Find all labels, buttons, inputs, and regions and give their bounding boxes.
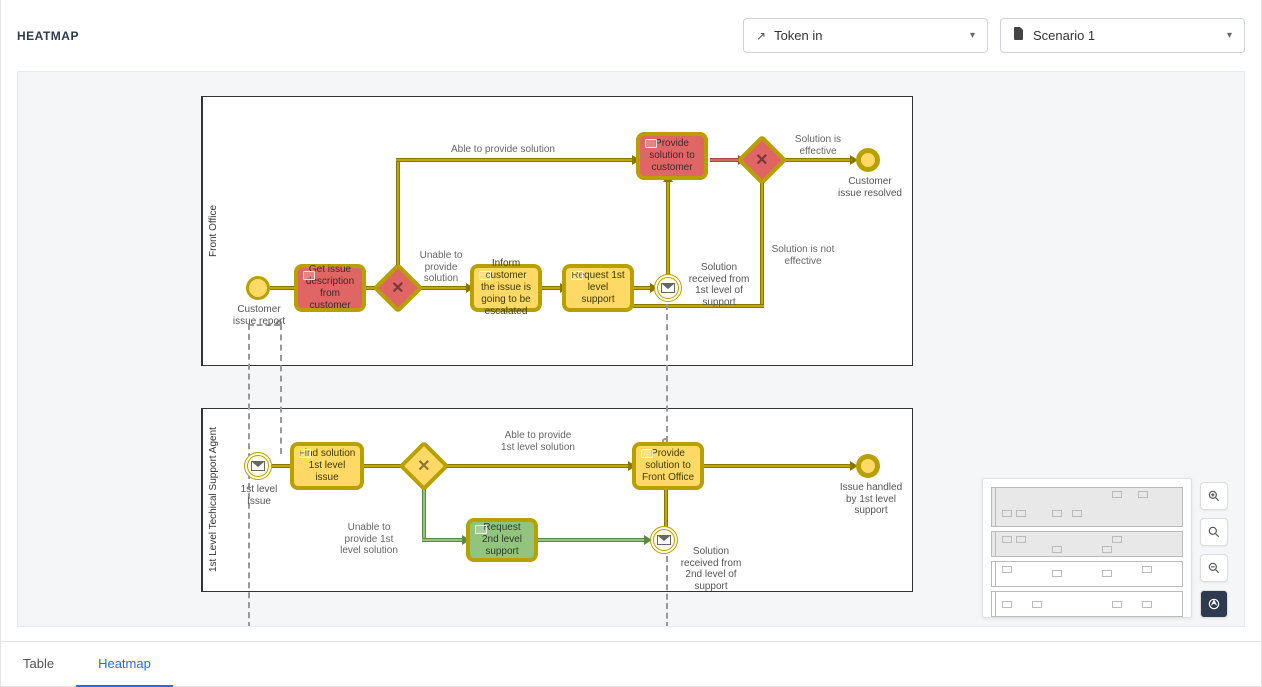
x-icon: ✕ xyxy=(755,150,768,170)
start-event-customer-report[interactable] xyxy=(246,276,270,300)
task-get-issue[interactable]: Get issue description from customer xyxy=(294,264,366,312)
zoom-in-button[interactable] xyxy=(1200,482,1228,510)
x-icon: ✕ xyxy=(417,456,430,476)
chevron-down-icon: ▾ xyxy=(1227,30,1232,41)
edge-label-unable-l1: Unable to provide 1st level solution xyxy=(334,522,404,557)
edge-label-unable-provide: Unable to provide solution xyxy=(416,250,466,285)
end-event-resolved[interactable] xyxy=(856,148,880,172)
edge-label-able-provide: Able to provide solution xyxy=(438,144,568,156)
flow xyxy=(710,158,740,162)
flow xyxy=(418,286,468,290)
panel-title: HEATMAP xyxy=(17,29,79,43)
message-event-label: Solution received from 1st level of supp… xyxy=(686,262,752,308)
envelope-icon xyxy=(661,283,675,293)
tab-heatmap[interactable]: Heatmap xyxy=(76,642,173,687)
pool-label-front-office: Front Office xyxy=(202,97,224,365)
header-controls: ↗ Token in ▾ Scenario 1 ▾ xyxy=(743,18,1245,53)
envelope-icon xyxy=(251,461,265,471)
task-provide-front-office[interactable]: Provide solution to Front Office xyxy=(632,442,704,490)
end-event-label: Customer issue resolved xyxy=(836,176,904,199)
minimap-container xyxy=(982,478,1228,618)
user-task-icon xyxy=(645,139,657,148)
flow xyxy=(666,180,670,278)
flow xyxy=(782,158,852,162)
task-label: Inform customer the issue is going to be… xyxy=(478,258,534,318)
minimap[interactable] xyxy=(982,478,1192,618)
pool-label-level1: 1st Level Techical Support Agent xyxy=(202,409,224,591)
zoom-reset-button[interactable] xyxy=(1200,518,1228,546)
panel-header: HEATMAP ↗ Token in ▾ Scenario 1 ▾ xyxy=(1,0,1261,71)
flow xyxy=(396,158,634,162)
minimap-lane xyxy=(991,591,1183,617)
arrow-up-right-icon: ↗ xyxy=(756,29,766,43)
flow xyxy=(538,538,646,542)
flow xyxy=(760,178,764,306)
end-event-l1-handled[interactable] xyxy=(856,454,880,478)
message-event-l2-solution[interactable] xyxy=(650,526,678,554)
task-inform-customer[interactable]: Inform customer the issue is going to be… xyxy=(470,264,542,312)
token-dropdown-label: Token in xyxy=(774,28,822,43)
send-task-icon xyxy=(641,449,653,458)
send-task-icon xyxy=(571,271,583,280)
flow xyxy=(542,286,562,290)
flow xyxy=(272,464,290,468)
scenario-dropdown-label: Scenario 1 xyxy=(1033,28,1095,43)
token-dropdown[interactable]: ↗ Token in ▾ xyxy=(743,18,988,53)
x-icon: ✕ xyxy=(391,278,404,298)
task-provide-customer[interactable]: Provide solution to customer xyxy=(636,132,708,180)
file-icon xyxy=(1013,27,1025,44)
start-event-label: Customer issue report xyxy=(230,304,288,327)
edge-label-effective: Solution is effective xyxy=(788,134,848,157)
flow xyxy=(704,464,852,468)
flow xyxy=(270,286,294,290)
flow xyxy=(664,484,668,528)
edge-label-able-l1: Able to provide 1st level solution xyxy=(498,430,578,453)
zoom-controls xyxy=(1200,482,1228,618)
chevron-down-icon: ▾ xyxy=(970,30,975,41)
edge-label-not-effective: Solution is not effective xyxy=(768,244,838,267)
minimap-lane xyxy=(991,561,1183,587)
flow xyxy=(422,484,426,540)
minimap-lane xyxy=(991,487,1183,527)
message-flow xyxy=(666,556,668,627)
flow xyxy=(422,538,464,542)
message-event-l1-solution[interactable] xyxy=(654,274,682,302)
task-request-l1[interactable]: Request 1st level support xyxy=(562,264,634,312)
message-flow xyxy=(280,324,282,454)
user-task-icon xyxy=(299,449,311,458)
minimap-lane xyxy=(991,531,1183,557)
bottom-tabs: Table Heatmap xyxy=(1,641,1261,687)
zoom-out-button[interactable] xyxy=(1200,554,1228,582)
start-event-label: 1st level Issue xyxy=(234,484,284,507)
user-task-icon xyxy=(303,271,315,280)
send-task-icon xyxy=(475,525,487,534)
tab-table[interactable]: Table xyxy=(1,642,76,687)
envelope-icon xyxy=(657,535,671,545)
message-event-label: Solution received from 2nd level of supp… xyxy=(678,546,744,592)
start-event-l1-issue[interactable] xyxy=(244,452,272,480)
end-event-label: Issue handled by 1st level support xyxy=(836,482,906,517)
task-find-solution[interactable]: Find solution 1st level issue xyxy=(290,442,364,490)
diagram-canvas[interactable]: Front Office 1st Level Techical Support … xyxy=(17,71,1245,627)
fit-view-button[interactable] xyxy=(1200,590,1228,618)
message-flow xyxy=(666,304,668,442)
flow xyxy=(396,160,400,268)
user-task-icon xyxy=(479,271,491,280)
scenario-dropdown[interactable]: Scenario 1 ▾ xyxy=(1000,18,1245,53)
task-request-l2[interactable]: Request 2nd level support xyxy=(466,518,538,562)
flow xyxy=(442,464,630,468)
